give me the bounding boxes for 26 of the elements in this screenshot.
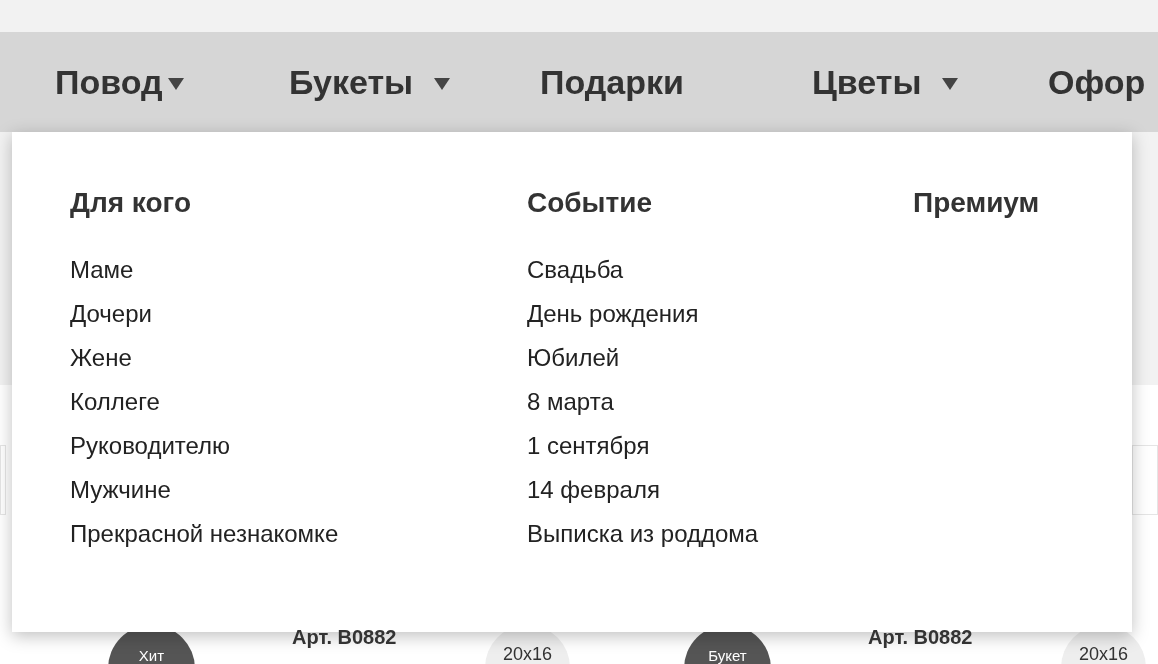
nav-link[interactable]: Повод	[55, 56, 289, 108]
nav-link[interactable]: Цветы	[812, 56, 1048, 108]
menu-heading: Премиум	[913, 186, 1040, 220]
nav-link[interactable]: Подарки	[540, 56, 812, 108]
product-card	[1132, 445, 1158, 515]
menu-link[interactable]: Юбилей	[527, 336, 620, 380]
nav-link[interactable]: Букеты	[289, 56, 540, 108]
menu-link[interactable]: Прекрасной незнакомке	[70, 512, 339, 556]
menu-link[interactable]: Свадьба	[527, 248, 624, 292]
menu-link[interactable]: День рождения	[527, 292, 699, 336]
menu-link[interactable]: Мужчине	[70, 468, 171, 512]
menu-heading: Событие	[527, 186, 653, 220]
menu-heading: Для кого	[70, 186, 191, 220]
menu-link[interactable]: Жене	[70, 336, 132, 380]
nav-link[interactable]: Офор	[1048, 56, 1146, 108]
product-card	[0, 445, 6, 515]
menu-link[interactable]: Коллеге	[70, 380, 160, 424]
menu-link[interactable]: 14 февраля	[527, 468, 660, 512]
menu-link[interactable]: Маме	[70, 248, 134, 292]
menu-link[interactable]: 1 сентября	[527, 424, 650, 468]
menu-link[interactable]: Дочери	[70, 292, 152, 336]
article-number: Арт. B0882	[868, 625, 974, 650]
article-number: Арт. B0882	[292, 625, 398, 650]
menu-link[interactable]: Руководителю	[70, 424, 231, 468]
menu-link[interactable]: 8 марта	[527, 380, 614, 424]
menu-link[interactable]: Выписка из роддома	[527, 512, 759, 556]
